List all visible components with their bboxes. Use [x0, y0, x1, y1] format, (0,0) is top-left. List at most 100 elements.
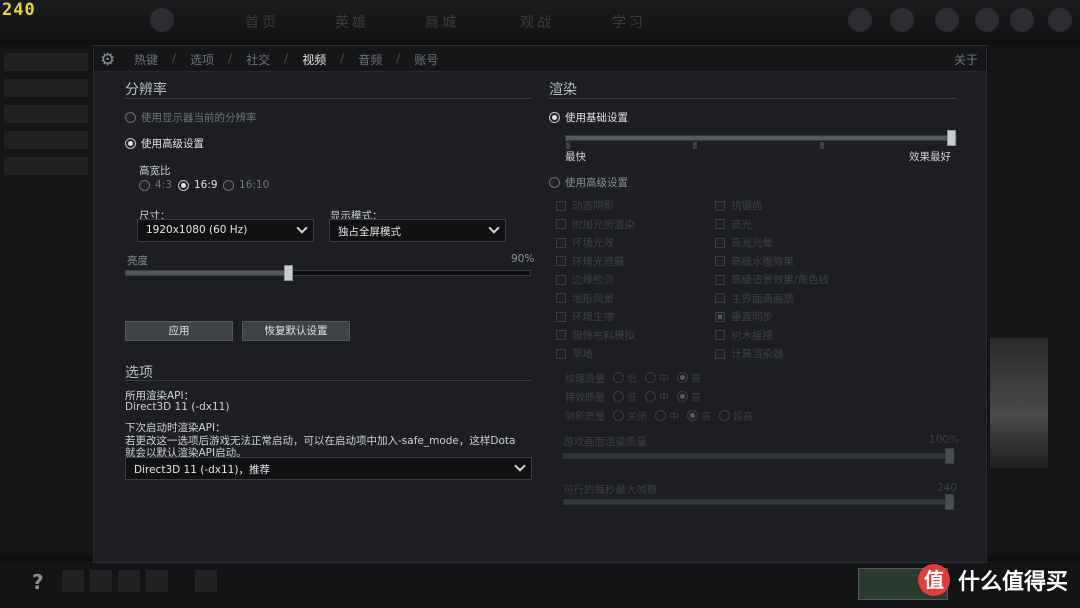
chevron-down-icon: [488, 222, 500, 234]
checkbox-label: 草地: [572, 348, 593, 360]
slider-handle[interactable]: [945, 448, 954, 464]
render-option-checkbox[interactable]: 垂直同步: [715, 309, 773, 324]
bg-right-panel: [988, 45, 1080, 555]
tab-5[interactable]: 账号: [414, 51, 438, 68]
checkbox-label: 附加光照渲染: [572, 218, 635, 231]
aspect-16-9-radio[interactable]: 16:9: [178, 179, 218, 191]
tab-separator: /: [228, 51, 233, 65]
display-mode-select[interactable]: 独占全屏模式: [329, 219, 506, 242]
friends-icon: [935, 8, 959, 32]
checkbox-label: 地形风景: [572, 292, 614, 305]
radio-selected-icon: [549, 112, 560, 123]
slider-handle[interactable]: [284, 265, 293, 281]
radio-icon[interactable]: [677, 372, 688, 383]
radio-icon[interactable]: [613, 410, 624, 421]
brightness-slider[interactable]: [125, 265, 531, 281]
slider-handle[interactable]: [945, 494, 954, 510]
slider-max-label: 效果最好: [909, 151, 951, 163]
render-option-checkbox[interactable]: 高光光晕: [715, 235, 773, 250]
tab-1[interactable]: 选项: [190, 51, 214, 68]
slider-handle[interactable]: [947, 130, 956, 146]
radio-icon[interactable]: [655, 410, 666, 421]
checkbox-label: 主界面高画质: [731, 292, 794, 305]
checkbox-icon: [556, 237, 566, 248]
slider-tick: [566, 142, 570, 149]
select-value: Direct3D 11 (-dx11)，推荐: [134, 464, 270, 476]
radio-icon[interactable]: [613, 391, 624, 402]
render-option-checkbox[interactable]: 高级造景效果/角色线: [715, 272, 829, 287]
render-quality-slider[interactable]: [565, 130, 957, 149]
settings-tab-bar: ⚙ 热键 / 选项 / 社交 / 视频 / 音频 / 账号 关于: [94, 46, 986, 72]
radio-icon[interactable]: [677, 391, 688, 402]
render-option-checkbox[interactable]: 附加光照渲染: [556, 217, 635, 232]
brightness-value: 90%: [511, 253, 535, 265]
inventory-icon: [975, 8, 999, 32]
divider: [125, 380, 531, 381]
render-title: 渲染: [549, 82, 577, 98]
render-option-checkbox[interactable]: 环境光效: [556, 235, 614, 250]
checkbox-label: 边缘检测: [572, 274, 614, 286]
max-fps-value: 240: [937, 482, 958, 494]
select-value: 独占全屏模式: [338, 226, 401, 238]
render-option-checkbox[interactable]: 边缘检测: [556, 272, 614, 287]
api-value: Direct3D 11 (-dx11): [125, 401, 230, 413]
use-monitor-resolution-radio[interactable]: 使用显示器当前的分辨率: [125, 110, 257, 125]
render-option-checkbox[interactable]: 抗锯齿: [715, 198, 763, 213]
aspect-4-3-radio[interactable]: 4:3: [139, 179, 172, 191]
watermark-logo: 值: [917, 564, 950, 596]
radio-icon[interactable]: [645, 372, 656, 383]
game-top-bar: 240 首页 英雄 商城 观战 学习: [0, 0, 1080, 40]
effects-quality-row: 特效质量 低 中 高: [565, 389, 701, 404]
checkbox-icon: [556, 219, 566, 229]
render-option-checkbox[interactable]: 动态阴影: [556, 198, 614, 213]
about-link[interactable]: 关于: [954, 51, 978, 68]
checkbox-icon: [715, 219, 725, 229]
max-fps-slider[interactable]: [563, 494, 955, 510]
checkbox-label: 高级水面效果: [731, 255, 794, 268]
tab-separator: /: [172, 51, 177, 65]
tab-separator: /: [396, 51, 401, 65]
render-option-checkbox[interactable]: 高级水面效果: [715, 254, 794, 269]
bottom-slot: [62, 570, 84, 592]
bottom-slot: [90, 570, 112, 592]
render-scale-slider[interactable]: [563, 448, 955, 464]
radio-icon[interactable]: [613, 372, 624, 383]
restore-defaults-button[interactable]: 恢复默认设置: [242, 321, 350, 341]
tab-4[interactable]: 音频: [358, 51, 382, 68]
tab-2[interactable]: 社交: [246, 51, 270, 68]
chevron-down-icon: [296, 222, 308, 234]
next-api-select[interactable]: Direct3D 11 (-dx11)，推荐: [125, 457, 532, 480]
aspect-16-10-radio[interactable]: 16:10: [223, 179, 269, 191]
basic-render-radio[interactable]: 使用基础设置: [549, 110, 628, 125]
bottom-slot: [195, 570, 217, 592]
bottom-slot: [118, 570, 140, 592]
render-option-checkbox[interactable]: 草地: [556, 346, 593, 361]
render-option-checkbox[interactable]: 树木摇摆: [715, 328, 773, 343]
radio-icon[interactable]: [687, 410, 698, 421]
render-option-checkbox[interactable]: 环境光遮蔽: [556, 254, 625, 269]
render-option-checkbox[interactable]: 服饰布料模拟: [556, 328, 635, 343]
render-option-checkbox[interactable]: 环境生物: [556, 309, 614, 324]
checkbox-icon: [715, 274, 725, 285]
tab-3[interactable]: 视频: [302, 51, 326, 68]
render-option-checkbox[interactable]: 地形风景: [556, 291, 614, 306]
dota-logo-icon: [150, 8, 174, 32]
radio-icon[interactable]: [645, 391, 656, 402]
render-option-checkbox[interactable]: 主界面高画质: [715, 291, 794, 306]
settings-icon: [1010, 8, 1034, 32]
use-advanced-resolution-radio[interactable]: 使用高级设置: [125, 136, 204, 151]
size-select[interactable]: 1920x1080 (60 Hz): [137, 219, 314, 242]
bg-tab-store: 商城: [425, 15, 459, 31]
radio-icon[interactable]: [719, 410, 730, 421]
render-option-checkbox[interactable]: 高光: [715, 217, 752, 232]
apply-button[interactable]: 应用: [125, 321, 233, 341]
checkbox-icon: [715, 311, 725, 322]
watermark: 值 什么值得买: [917, 564, 1068, 596]
slider-tick: [693, 142, 697, 149]
divider: [549, 98, 957, 99]
render-option-checkbox[interactable]: 计算渲染器: [715, 346, 784, 361]
tab-0[interactable]: 热键: [134, 51, 158, 68]
checkbox-label: 抗锯齿: [731, 200, 763, 212]
advanced-render-radio[interactable]: 使用高级设置: [549, 175, 628, 190]
bg-tab-home: 首页: [245, 15, 279, 31]
